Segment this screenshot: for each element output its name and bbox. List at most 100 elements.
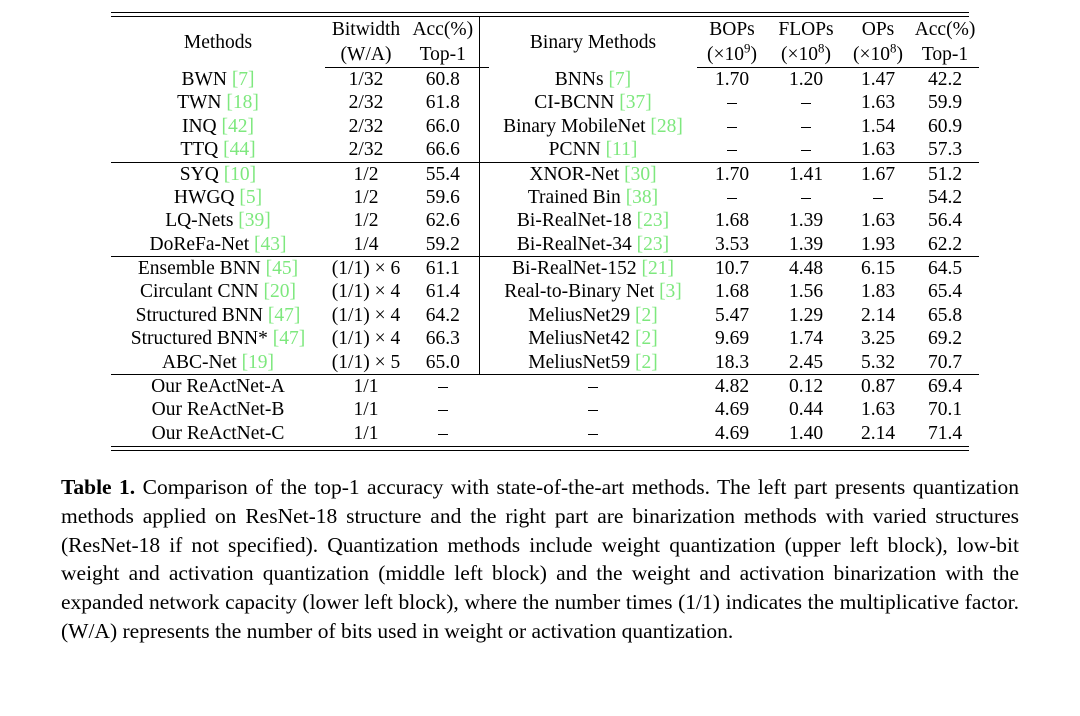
right-method-name: PCNN [11] [489, 138, 697, 163]
left-bitwidth: 1/4 [325, 232, 407, 258]
table-caption: Table 1. Comparison of the top-1 accurac… [61, 473, 1019, 645]
citation-ref[interactable]: [7] [608, 69, 631, 90]
left-accuracy: 65.0 [407, 350, 480, 376]
right-accuracy: 69.2 [927, 328, 963, 350]
citation-ref[interactable]: [11] [606, 139, 638, 160]
our-flops: 0.44 [788, 399, 824, 421]
left-accuracy: 64.2 [407, 303, 480, 328]
citation-ref[interactable]: [2] [635, 352, 658, 373]
header-right-acc-unit: Top-1 [911, 42, 979, 68]
left-method-name: TWN [18] [177, 92, 259, 114]
column-divider [478, 138, 489, 163]
left-accuracy: 66.6 [407, 138, 480, 163]
paper-page: Methods Bitwidth Acc(%) Binary Methods BOPs F… [0, 0, 1080, 716]
table-row: INQ [42] 2/32 66.0 Binary MobileNet [28] – – 1… [111, 114, 979, 139]
table-row: TWN [18] 2/32 61.8 CI-BCNN [37] – – 1.63 59.9 [111, 91, 979, 115]
right-bops: 18.3 [697, 350, 767, 376]
our-ops: 0.87 [860, 376, 896, 398]
citation-ref[interactable]: [47] [273, 328, 306, 349]
table-row: SYQ [10] 1/2 55.4 XNOR-Net [30] 1.70 1.41 1.67… [111, 162, 979, 186]
our-method-name: Our ReActNet-A [151, 376, 285, 398]
right-flops: 4.48 [788, 258, 824, 280]
left-method-name: DoReFa-Net [43] [111, 232, 325, 258]
left-accuracy: 66.0 [407, 114, 480, 139]
right-bops: – [697, 138, 767, 163]
column-divider [478, 162, 489, 186]
column-divider [478, 303, 489, 328]
left-method-name: Structured BNN* [47] [130, 328, 306, 350]
our-result-row: Our ReActNet-A 1/1 – – 4.82 0.12 0.87 69.4 [111, 375, 979, 399]
left-method-name: Ensemble BNN [45] [137, 258, 299, 280]
right-method-name: MeliusNet42 [2] [528, 328, 658, 350]
citation-ref[interactable]: [20] [263, 281, 296, 302]
our-right-method: – [588, 422, 598, 444]
header-bitwidth-unit: (W/A) [325, 42, 407, 68]
header-left-acc: Acc(%) [407, 17, 480, 42]
right-method-name: MeliusNet59 [2] [489, 350, 697, 376]
citation-ref[interactable]: [44] [223, 139, 256, 160]
citation-ref[interactable]: [7] [232, 69, 255, 90]
right-flops: 1.29 [788, 304, 824, 326]
our-bitwidth: 1/1 [353, 422, 379, 444]
left-accuracy: 61.8 [407, 91, 480, 115]
left-accuracy: 66.3 [407, 327, 480, 351]
header-ops: OPs [861, 18, 895, 40]
citation-ref[interactable]: [43] [254, 234, 287, 255]
citation-ref[interactable]: [18] [226, 92, 259, 113]
citation-ref[interactable]: [19] [242, 352, 275, 373]
column-divider-gap [479, 422, 489, 445]
column-divider [478, 327, 489, 351]
left-bitwidth: (1/1) × 4 [331, 281, 401, 303]
our-bops: 4.82 [714, 376, 750, 398]
citation-ref[interactable]: [2] [635, 305, 658, 326]
citation-ref[interactable]: [37] [619, 92, 652, 113]
right-accuracy: 65.8 [927, 304, 963, 326]
citation-ref[interactable]: [2] [635, 328, 658, 349]
table-row: LQ-Nets [39] 1/2 62.6 Bi-RealNet-18 [23] 1.6… [111, 209, 979, 233]
column-divider [478, 17, 489, 42]
citation-ref[interactable]: [42] [222, 116, 255, 137]
right-accuracy: 64.5 [927, 258, 963, 280]
column-divider [478, 232, 489, 258]
our-flops: 1.40 [788, 422, 824, 444]
header-bops: BOPs [709, 18, 755, 40]
our-right-accuracy: 70.1 [927, 399, 963, 421]
citation-ref[interactable]: [10] [224, 164, 257, 185]
citation-ref[interactable]: [5] [239, 187, 262, 208]
right-method-name: Trained Bin [38] [527, 186, 659, 208]
citation-ref[interactable]: [45] [266, 258, 299, 279]
citation-ref[interactable]: [23] [637, 234, 670, 255]
comparison-table: Methods Bitwidth Acc(%) Binary Methods BOPs F… [111, 17, 979, 445]
right-accuracy: 56.4 [927, 210, 963, 232]
our-bops: 4.69 [714, 399, 750, 421]
column-divider-gap [479, 375, 489, 399]
left-bitwidth: (1/1) × 6 [331, 258, 401, 280]
table-row: ABC-Net [19] (1/1) × 5 65.0 MeliusNet59 [2]… [111, 350, 979, 376]
left-method-name: TTQ [44] [111, 138, 325, 163]
right-accuracy: 51.2 [927, 163, 963, 185]
citation-ref[interactable]: [3] [659, 281, 682, 302]
table-row: BWN [7] 1/32 60.8 BNNs [7] 1.70 1.20 1.47 42.2 [111, 67, 979, 92]
right-bops: 10.7 [714, 258, 750, 280]
left-accuracy: 62.6 [407, 209, 480, 233]
left-accuracy: 55.4 [407, 162, 480, 186]
right-bops: 5.47 [714, 304, 750, 326]
right-flops: 1.41 [788, 163, 824, 185]
column-divider [478, 67, 489, 92]
citation-ref[interactable]: [38] [626, 187, 659, 208]
left-method-name: ABC-Net [19] [111, 350, 325, 376]
table-row: TTQ [44] 2/32 66.6 PCNN [11] – –1.63 57.3 [111, 138, 979, 163]
our-result-row: Our ReActNet-C 1/1 – – 4.69 1.40 2.14 71.4 [111, 422, 979, 445]
our-right-method: – [588, 376, 598, 398]
our-left-accuracy: – [438, 422, 448, 444]
citation-ref[interactable]: [47] [268, 305, 301, 326]
citation-ref[interactable]: [23] [637, 210, 670, 231]
left-accuracy: 61.1 [407, 256, 480, 281]
right-bops: 1.70 [714, 68, 750, 90]
citation-ref[interactable]: [21] [641, 258, 674, 279]
citation-ref[interactable]: [28] [650, 116, 683, 137]
right-ops: 5.32 [845, 350, 911, 376]
our-method-name: Our ReActNet-C [151, 422, 285, 444]
citation-ref[interactable]: [30] [624, 164, 657, 185]
citation-ref[interactable]: [39] [238, 210, 271, 231]
